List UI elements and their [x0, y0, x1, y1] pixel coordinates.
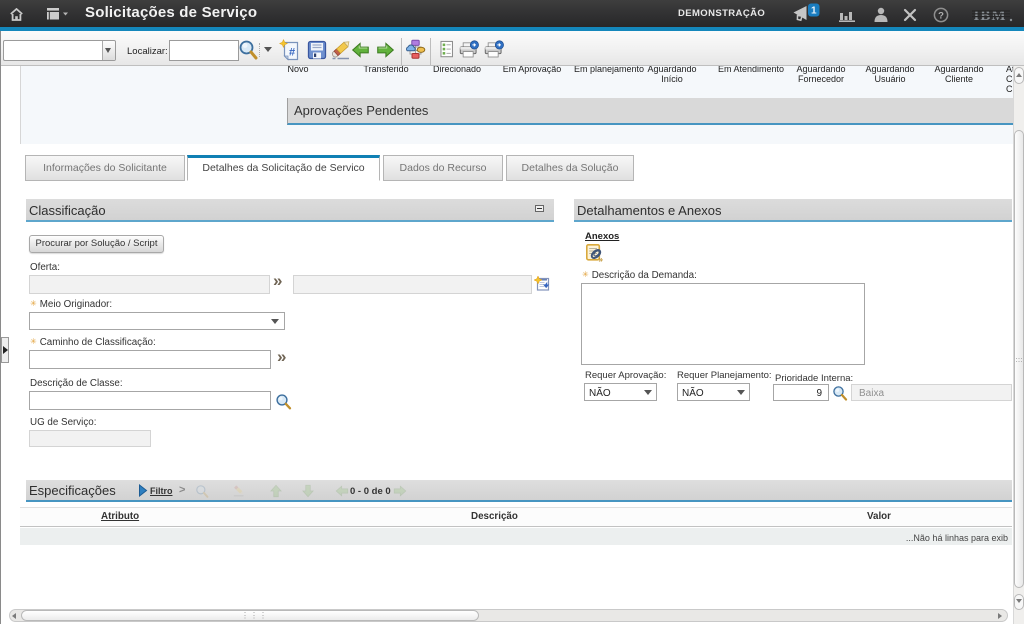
svg-text:IBM: IBM — [974, 8, 1007, 23]
svg-text:#: # — [289, 47, 295, 59]
svg-text:?: ? — [938, 11, 944, 22]
svg-text:1: 1 — [811, 6, 817, 17]
svg-text:»: » — [599, 255, 604, 262]
